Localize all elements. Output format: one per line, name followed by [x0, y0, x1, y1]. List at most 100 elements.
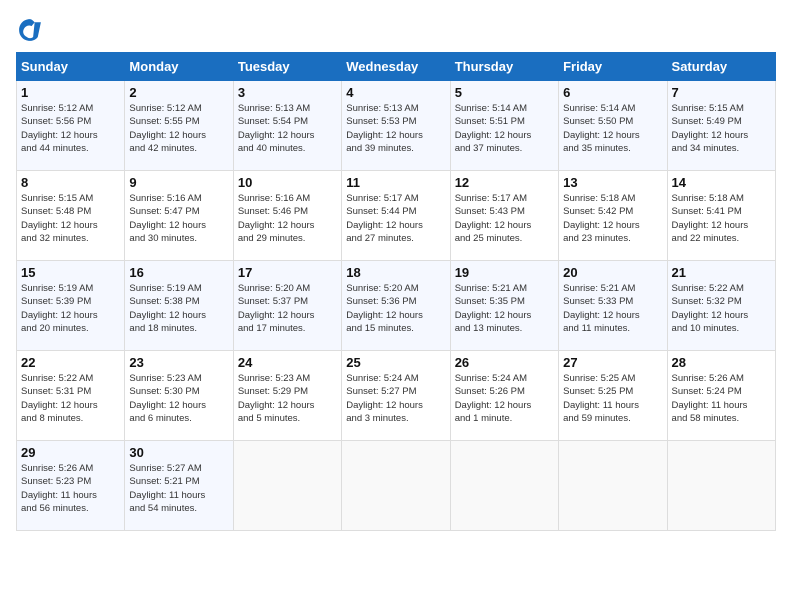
calendar-cell [559, 441, 667, 531]
day-number: 21 [672, 265, 771, 280]
calendar-header: SundayMondayTuesdayWednesdayThursdayFrid… [17, 53, 776, 81]
day-number: 30 [129, 445, 228, 460]
calendar-cell: 20Sunrise: 5:21 AM Sunset: 5:33 PM Dayli… [559, 261, 667, 351]
calendar-cell: 15 Sunrise: 5:19 AM Sunset: 5:39 PM Dayli… [17, 261, 125, 351]
day-number: 17 [238, 265, 337, 280]
calendar-cell: 14 Sunrise: 5:18 AM Sunset: 5:41 PM Dayli… [667, 171, 775, 261]
calendar-cell: 30 Sunrise: 5:27 AM Sunset: 5:21 PM Dayli… [125, 441, 233, 531]
cell-details: Sunrise: 5:15 AM Sunset: 5:48 PM Dayligh… [21, 192, 120, 245]
calendar-week-row: 1 Sunrise: 5:12 AM Sunset: 5:56 PM Daylig… [17, 81, 776, 171]
calendar-cell: 27Sunrise: 5:25 AM Sunset: 5:25 PM Dayli… [559, 351, 667, 441]
cell-details: Sunrise: 5:14 AM Sunset: 5:51 PM Dayligh… [455, 102, 554, 155]
calendar-cell: 10 Sunrise: 5:16 AM Sunset: 5:46 PM Dayli… [233, 171, 341, 261]
calendar-cell [667, 441, 775, 531]
calendar-cell: 12 Sunrise: 5:17 AM Sunset: 5:43 PM Dayli… [450, 171, 558, 261]
cell-details: Sunrise: 5:15 AM Sunset: 5:49 PM Dayligh… [672, 102, 771, 155]
cell-details: Sunrise: 5:17 AM Sunset: 5:44 PM Dayligh… [346, 192, 445, 245]
cell-details: Sunrise: 5:16 AM Sunset: 5:46 PM Dayligh… [238, 192, 337, 245]
cell-details: Sunrise: 5:19 AM Sunset: 5:38 PM Dayligh… [129, 282, 228, 335]
day-number: 8 [21, 175, 120, 190]
calendar-cell: 13 Sunrise: 5:18 AM Sunset: 5:42 PM Dayli… [559, 171, 667, 261]
cell-details: Sunrise: 5:12 AM Sunset: 5:56 PM Dayligh… [21, 102, 120, 155]
cell-details: Sunrise: 5:19 AM Sunset: 5:39 PM Dayligh… [21, 282, 120, 335]
day-number: 15 [21, 265, 120, 280]
cell-details: Sunrise: 5:20 AM Sunset: 5:37 PM Dayligh… [238, 282, 337, 335]
calendar-cell [450, 441, 558, 531]
cell-details: Sunrise: 5:27 AM Sunset: 5:21 PM Dayligh… [129, 462, 228, 515]
weekday-header: Friday [559, 53, 667, 81]
calendar-cell: 18 Sunrise: 5:20 AM Sunset: 5:36 PM Dayli… [342, 261, 450, 351]
day-number: 29 [21, 445, 120, 460]
cell-details: Sunrise: 5:17 AM Sunset: 5:43 PM Dayligh… [455, 192, 554, 245]
cell-details: Sunrise: 5:21 AM Sunset: 5:35 PM Dayligh… [455, 282, 554, 335]
cell-details: Sunrise: 5:24 AM Sunset: 5:26 PM Dayligh… [455, 372, 554, 425]
calendar-cell: 9 Sunrise: 5:16 AM Sunset: 5:47 PM Daylig… [125, 171, 233, 261]
calendar-cell: 25Sunrise: 5:24 AM Sunset: 5:27 PM Dayli… [342, 351, 450, 441]
calendar-cell [233, 441, 341, 531]
cell-details: Sunrise: 5:13 AM Sunset: 5:53 PM Dayligh… [346, 102, 445, 155]
cell-details: Sunrise: 5:18 AM Sunset: 5:42 PM Dayligh… [563, 192, 662, 245]
day-number: 9 [129, 175, 228, 190]
calendar-cell: 29 Sunrise: 5:26 AM Sunset: 5:23 PM Dayli… [17, 441, 125, 531]
day-number: 18 [346, 265, 445, 280]
cell-details: Sunrise: 5:26 AM Sunset: 5:23 PM Dayligh… [21, 462, 120, 515]
day-number: 25 [346, 355, 445, 370]
calendar-week-row: 15 Sunrise: 5:19 AM Sunset: 5:39 PM Dayli… [17, 261, 776, 351]
calendar-cell: 4 Sunrise: 5:13 AM Sunset: 5:53 PM Daylig… [342, 81, 450, 171]
cell-details: Sunrise: 5:13 AM Sunset: 5:54 PM Dayligh… [238, 102, 337, 155]
day-number: 14 [672, 175, 771, 190]
day-number: 4 [346, 85, 445, 100]
calendar-week-row: 29 Sunrise: 5:26 AM Sunset: 5:23 PM Dayli… [17, 441, 776, 531]
day-number: 16 [129, 265, 228, 280]
day-number: 12 [455, 175, 554, 190]
calendar-cell: 26Sunrise: 5:24 AM Sunset: 5:26 PM Dayli… [450, 351, 558, 441]
cell-details: Sunrise: 5:23 AM Sunset: 5:30 PM Dayligh… [129, 372, 228, 425]
day-number: 10 [238, 175, 337, 190]
weekday-header: Monday [125, 53, 233, 81]
cell-details: Sunrise: 5:22 AM Sunset: 5:32 PM Dayligh… [672, 282, 771, 335]
calendar-cell: 28Sunrise: 5:26 AM Sunset: 5:24 PM Dayli… [667, 351, 775, 441]
day-number: 27 [563, 355, 662, 370]
calendar-table: SundayMondayTuesdayWednesdayThursdayFrid… [16, 52, 776, 531]
day-number: 24 [238, 355, 337, 370]
day-number: 1 [21, 85, 120, 100]
calendar-cell [342, 441, 450, 531]
cell-details: Sunrise: 5:18 AM Sunset: 5:41 PM Dayligh… [672, 192, 771, 245]
cell-details: Sunrise: 5:12 AM Sunset: 5:55 PM Dayligh… [129, 102, 228, 155]
day-number: 13 [563, 175, 662, 190]
logo [16, 16, 48, 44]
day-number: 6 [563, 85, 662, 100]
cell-details: Sunrise: 5:14 AM Sunset: 5:50 PM Dayligh… [563, 102, 662, 155]
calendar-cell: 2Sunrise: 5:12 AM Sunset: 5:55 PM Daylig… [125, 81, 233, 171]
day-number: 28 [672, 355, 771, 370]
calendar-cell: 5 Sunrise: 5:14 AM Sunset: 5:51 PM Daylig… [450, 81, 558, 171]
weekday-header: Thursday [450, 53, 558, 81]
calendar-cell: 11 Sunrise: 5:17 AM Sunset: 5:44 PM Dayli… [342, 171, 450, 261]
calendar-cell: 1 Sunrise: 5:12 AM Sunset: 5:56 PM Daylig… [17, 81, 125, 171]
calendar-cell: 19 Sunrise: 5:21 AM Sunset: 5:35 PM Dayli… [450, 261, 558, 351]
calendar-cell: 16 Sunrise: 5:19 AM Sunset: 5:38 PM Dayli… [125, 261, 233, 351]
day-number: 20 [563, 265, 662, 280]
cell-details: Sunrise: 5:16 AM Sunset: 5:47 PM Dayligh… [129, 192, 228, 245]
calendar-cell: 23Sunrise: 5:23 AM Sunset: 5:30 PM Dayli… [125, 351, 233, 441]
logo-icon [16, 16, 44, 44]
calendar-week-row: 22Sunrise: 5:22 AM Sunset: 5:31 PM Dayli… [17, 351, 776, 441]
calendar-cell: 21 Sunrise: 5:22 AM Sunset: 5:32 PM Dayli… [667, 261, 775, 351]
calendar-week-row: 8 Sunrise: 5:15 AM Sunset: 5:48 PM Daylig… [17, 171, 776, 261]
cell-details: Sunrise: 5:22 AM Sunset: 5:31 PM Dayligh… [21, 372, 120, 425]
calendar-cell: 8 Sunrise: 5:15 AM Sunset: 5:48 PM Daylig… [17, 171, 125, 261]
day-number: 11 [346, 175, 445, 190]
day-number: 7 [672, 85, 771, 100]
calendar-cell: 6 Sunrise: 5:14 AM Sunset: 5:50 PM Daylig… [559, 81, 667, 171]
calendar-cell: 7 Sunrise: 5:15 AM Sunset: 5:49 PM Daylig… [667, 81, 775, 171]
weekday-header: Saturday [667, 53, 775, 81]
day-number: 5 [455, 85, 554, 100]
day-number: 19 [455, 265, 554, 280]
calendar-cell: 17 Sunrise: 5:20 AM Sunset: 5:37 PM Dayli… [233, 261, 341, 351]
calendar-cell: 3Sunrise: 5:13 AM Sunset: 5:54 PM Daylig… [233, 81, 341, 171]
page-header [16, 16, 776, 44]
weekday-header: Wednesday [342, 53, 450, 81]
cell-details: Sunrise: 5:20 AM Sunset: 5:36 PM Dayligh… [346, 282, 445, 335]
weekday-header: Tuesday [233, 53, 341, 81]
cell-details: Sunrise: 5:23 AM Sunset: 5:29 PM Dayligh… [238, 372, 337, 425]
